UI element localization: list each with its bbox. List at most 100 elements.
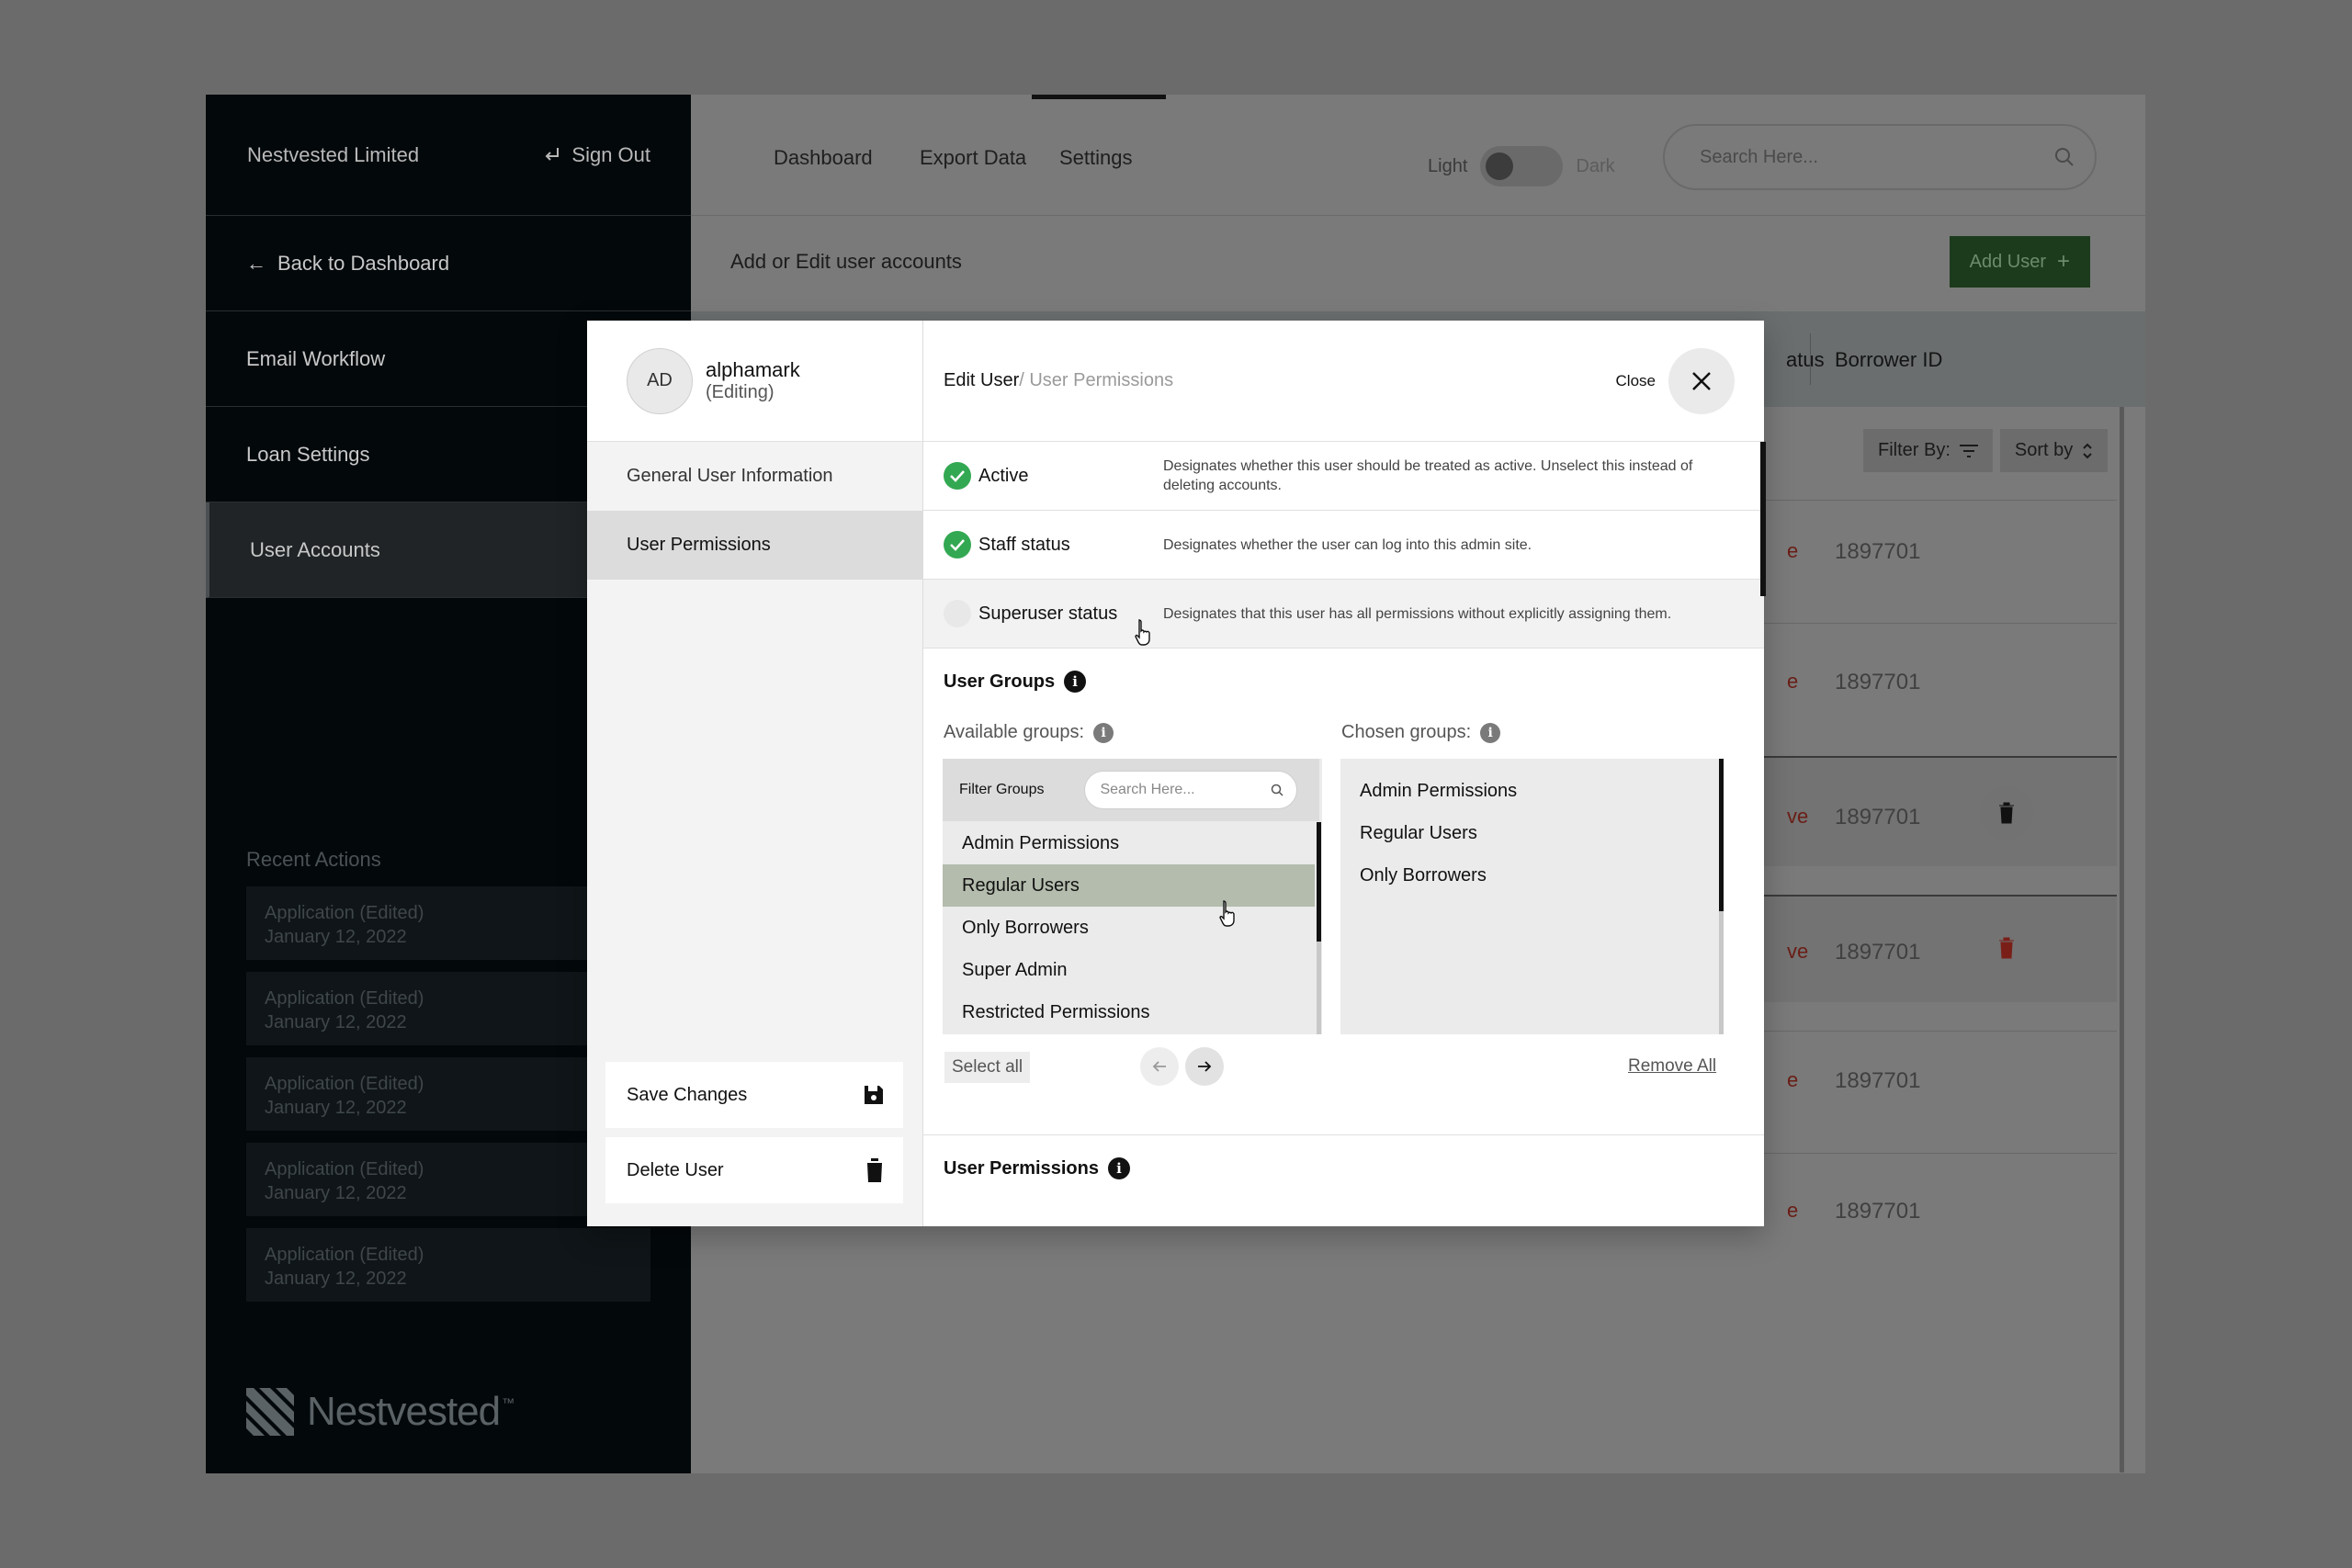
- available-group-item[interactable]: Admin Permissions: [943, 822, 1315, 864]
- delete-user-label: Delete User: [627, 1159, 724, 1180]
- hand-pointer-icon: [1135, 619, 1150, 646]
- user-groups-title: User Groups i: [944, 671, 1087, 693]
- arrow-left-icon: [1152, 1061, 1166, 1072]
- section-divider: [923, 1134, 1764, 1135]
- info-icon[interactable]: i: [1064, 671, 1087, 693]
- modal-nav-user-permissions[interactable]: User Permissions: [587, 511, 922, 580]
- user-state: (Editing): [706, 382, 775, 402]
- sign-out-label: Sign Out: [571, 142, 650, 166]
- sort-by-button[interactable]: Sort by: [1999, 429, 2109, 472]
- add-user-button[interactable]: Add User +: [1949, 236, 2090, 288]
- row-status: ve: [1787, 940, 1809, 963]
- available-group-item[interactable]: Only Borrowers: [943, 907, 1315, 949]
- available-groups-list: Filter Groups Search Here... Admin Permi…: [943, 759, 1322, 1034]
- available-groups-label: Available groups: i: [944, 722, 1114, 743]
- arrow-left-icon: ←: [246, 251, 266, 275]
- available-scrollbar-thumb[interactable]: [1317, 822, 1321, 942]
- info-icon[interactable]: i: [1093, 722, 1114, 743]
- filter-lines-icon: [1959, 444, 1978, 457]
- recent-action-title: Application (Edited): [265, 988, 424, 1009]
- available-group-item[interactable]: Super Admin: [943, 949, 1315, 991]
- theme-toggle[interactable]: [1480, 146, 1564, 186]
- hand-pointer-icon: [1219, 900, 1235, 927]
- unchecked-circle-icon[interactable]: [944, 600, 971, 627]
- delete-row-button[interactable]: [1980, 921, 2033, 975]
- top-nav: Dashboard Export Data Settings Light Dar…: [691, 95, 2145, 216]
- brand-name: Nestvested: [307, 1389, 501, 1434]
- permission-active[interactable]: Active Designates whether this user shou…: [923, 442, 1764, 511]
- chosen-groups-text: Chosen groups:: [1341, 722, 1472, 742]
- filter-groups-input[interactable]: Search Here...: [1084, 771, 1298, 809]
- tab-dashboard[interactable]: Dashboard: [774, 146, 873, 170]
- chosen-group-item[interactable]: Regular Users: [1340, 812, 1713, 854]
- tab-export-data[interactable]: Export Data: [920, 146, 1026, 170]
- save-changes-button[interactable]: Save Changes: [605, 1062, 903, 1128]
- permission-staff-status[interactable]: Staff status Designates whether the user…: [923, 511, 1764, 580]
- filter-placeholder: Search Here...: [1100, 782, 1195, 797]
- sidebar-item-label: Back to Dashboard: [277, 251, 450, 275]
- chosen-group-item[interactable]: Only Borrowers: [1340, 854, 1713, 897]
- username: alphamark: [706, 358, 800, 381]
- row-borrower-id: 1897701: [1835, 670, 1921, 694]
- sort-by-label: Sort by: [2014, 440, 2074, 460]
- avatar: AD: [627, 347, 693, 414]
- close-button[interactable]: [1668, 347, 1735, 414]
- modal-nav-general-info[interactable]: General User Information: [587, 442, 922, 511]
- available-group-item[interactable]: Restricted Permissions: [943, 991, 1315, 1033]
- remove-all-link[interactable]: Remove All: [1628, 1056, 1716, 1077]
- toggle-knob: [1486, 152, 1514, 180]
- modal-sidebar: AD alphamark (Editing) General User Info…: [587, 321, 923, 1226]
- row-status: ve: [1787, 805, 1809, 828]
- recent-action-title: Application (Edited): [265, 903, 424, 923]
- user-permissions-title: User Permissions i: [944, 1157, 1130, 1179]
- search-icon: [2055, 148, 2074, 166]
- table-scrollbar[interactable]: [2120, 407, 2124, 1472]
- trash-icon: [1999, 802, 2014, 824]
- user-permissions-label: User Permissions: [944, 1157, 1099, 1179]
- modal-scrollbar[interactable]: [1760, 442, 1766, 596]
- select-all-button[interactable]: Select all: [944, 1052, 1031, 1083]
- move-left-button[interactable]: [1140, 1047, 1179, 1086]
- move-right-button[interactable]: [1185, 1047, 1224, 1086]
- company-name: Nestvested Limited: [247, 142, 420, 166]
- available-groups-text: Available groups:: [944, 722, 1085, 742]
- page-title: Add or Edit user accounts: [730, 250, 962, 273]
- modal-header: Edit User/ User Permissions Close: [923, 321, 1764, 442]
- recent-action-date: January 12, 2022: [265, 927, 407, 947]
- nestvested-logo-icon: [246, 1388, 294, 1436]
- table-filters: Filter By: Sort by: [1863, 429, 2109, 472]
- info-icon[interactable]: i: [1480, 722, 1501, 743]
- tab-settings[interactable]: Settings: [1059, 146, 1133, 170]
- row-borrower-id: 1897701: [1835, 1199, 1921, 1224]
- breadcrumb-edit-user[interactable]: Edit User: [944, 370, 1019, 390]
- column-divider: [1810, 333, 1811, 385]
- row-status: e: [1787, 1199, 1799, 1222]
- recent-action-title: Application (Edited): [265, 1074, 424, 1094]
- row-borrower-id: 1897701: [1835, 1068, 1921, 1093]
- close-label: Close: [1615, 371, 1656, 389]
- permission-superuser-status[interactable]: Superuser status Designates that this us…: [923, 580, 1764, 649]
- recent-action-item[interactable]: Application (Edited) January 12, 2022: [246, 1228, 650, 1302]
- filter-by-button[interactable]: Filter By:: [1863, 429, 1993, 472]
- delete-user-button[interactable]: Delete User: [605, 1137, 903, 1203]
- modal-user-header: AD alphamark (Editing): [587, 321, 922, 442]
- search-input[interactable]: Search Here...: [1663, 124, 2097, 190]
- recent-actions-title: Recent Actions: [246, 848, 381, 871]
- chosen-groups-list: Admin Permissions Regular Users Only Bor…: [1340, 759, 1724, 1034]
- info-icon[interactable]: i: [1107, 1157, 1130, 1179]
- chosen-group-item[interactable]: Admin Permissions: [1340, 770, 1713, 812]
- available-group-item-selected[interactable]: Regular Users: [943, 864, 1315, 907]
- row-status: e: [1787, 539, 1799, 562]
- save-floppy-icon: [865, 1086, 883, 1104]
- chosen-groups-label: Chosen groups: i: [1341, 722, 1501, 743]
- sign-out-button[interactable]: Sign Out: [542, 143, 650, 167]
- permission-description: Designates whether this user should be t…: [1163, 458, 1693, 493]
- permission-label: Staff status: [978, 534, 1070, 555]
- sort-chevrons-icon: [2083, 443, 2092, 458]
- sidebar-item-back-to-dashboard[interactable]: ← Back to Dashboard: [206, 216, 691, 311]
- checkmark-circle-icon[interactable]: [944, 531, 971, 558]
- checkmark-circle-icon[interactable]: [944, 462, 971, 490]
- delete-row-button[interactable]: [1980, 786, 2033, 840]
- theme-dark-label: Dark: [1576, 155, 1615, 176]
- chosen-scrollbar-thumb[interactable]: [1719, 759, 1724, 911]
